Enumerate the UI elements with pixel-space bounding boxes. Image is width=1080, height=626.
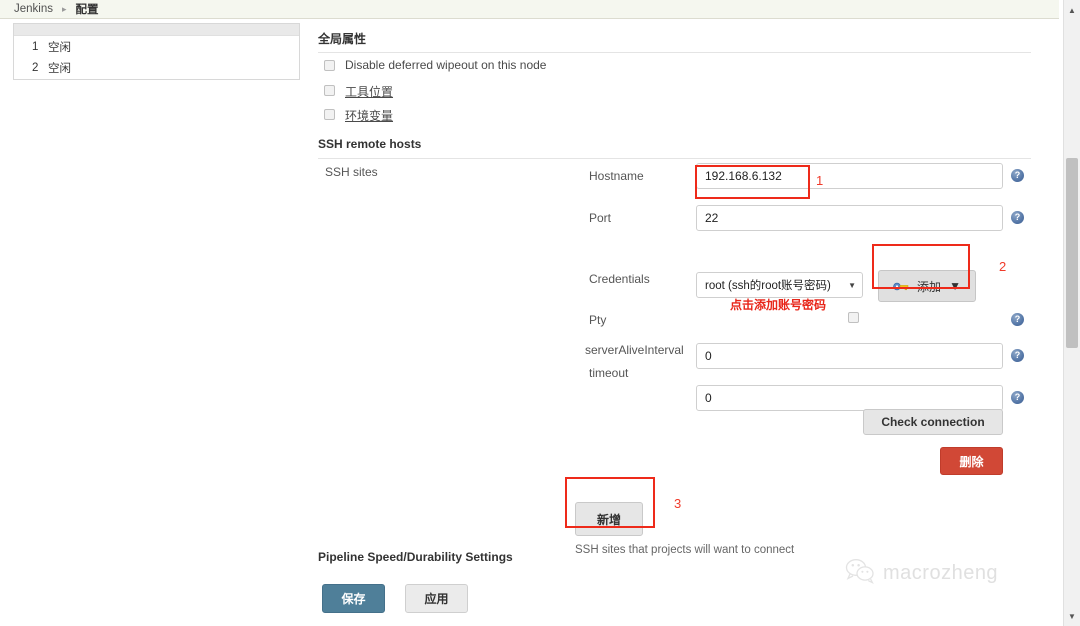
divider <box>318 52 1031 53</box>
configuration-form: 全局属性 Disable deferred wipeout on this no… <box>300 19 1049 626</box>
label-credentials: Credentials <box>589 272 650 286</box>
label-timeout: timeout <box>589 366 629 380</box>
scroll-down-arrow-icon[interactable]: ▼ <box>1064 608 1080 624</box>
add-credentials-button[interactable]: 添加 ▼ <box>878 270 976 302</box>
add-ssh-site-button[interactable]: 新增 <box>575 502 643 536</box>
input-port[interactable]: 22 <box>696 205 1003 231</box>
input-hostname[interactable]: 192.168.6.132 <box>696 163 1003 189</box>
chevron-down-icon: ▼ <box>949 279 961 293</box>
executor-status: 空闲 <box>48 41 71 54</box>
save-button[interactable]: 保存 <box>322 584 385 613</box>
breadcrumb-item-jenkins[interactable]: Jenkins <box>14 3 53 15</box>
breadcrumb-item-configure[interactable]: 配置 <box>76 1 99 17</box>
checkbox-disable-deferred-wipeout[interactable] <box>324 60 335 71</box>
select-credentials-value: root (ssh的root账号密码) <box>705 280 831 292</box>
annotation-text-credential-hint: 点击添加账号密码 <box>730 298 827 312</box>
executor-status: 空闲 <box>48 62 71 75</box>
delete-ssh-site-button[interactable]: 删除 <box>940 447 1003 475</box>
help-icon-port[interactable]: ? <box>1011 211 1024 224</box>
checkbox-environment-variables[interactable] <box>324 109 335 120</box>
checkbox-pty[interactable] <box>848 312 859 323</box>
wechat-icon <box>845 558 875 589</box>
help-icon-pty[interactable]: ? <box>1011 313 1024 326</box>
section-title-global-properties: 全局属性 <box>318 32 367 46</box>
help-icon-hostname[interactable]: ? <box>1011 169 1024 182</box>
help-icon-timeout[interactable]: ? <box>1011 391 1024 404</box>
annotation-number-3: 3 <box>674 496 682 511</box>
input-server-alive-interval[interactable]: 0 <box>696 343 1003 369</box>
annotation-number-2: 2 <box>999 259 1007 274</box>
watermark-text: macrozheng <box>883 562 999 584</box>
ssh-sites-help-text: SSH sites that projects will want to con… <box>575 544 795 556</box>
select-credentials[interactable]: root (ssh的root账号密码) ▼ <box>696 272 863 298</box>
checkbox-label-disable-deferred-wipeout: Disable deferred wipeout on this node <box>345 58 547 72</box>
checkbox-tool-locations[interactable] <box>324 85 335 96</box>
vertical-scrollbar[interactable]: ▲ ▼ <box>1063 0 1080 626</box>
label-pty: Pty <box>589 313 607 327</box>
page-root: Jenkins ▸ 配置 1 空闲 2 空闲 全局属性 Disable defe… <box>0 0 1080 626</box>
key-icon <box>893 281 909 292</box>
label-port: Port <box>589 211 612 225</box>
chevron-down-icon: ▼ <box>848 280 856 290</box>
input-timeout[interactable]: 0 <box>696 385 1003 411</box>
scrollbar-thumb[interactable] <box>1066 158 1078 348</box>
label-ssh-sites: SSH sites <box>325 165 378 179</box>
check-connection-button[interactable]: Check connection <box>863 409 1003 435</box>
label-hostname: Hostname <box>589 169 644 183</box>
apply-button[interactable]: 应用 <box>405 584 468 613</box>
executor-number: 2 <box>32 61 39 74</box>
executors-panel: 1 空闲 2 空闲 <box>13 23 300 80</box>
section-title-ssh-remote-hosts: SSH remote hosts <box>318 137 422 151</box>
help-icon-server-alive-interval[interactable]: ? <box>1011 349 1024 362</box>
checkbox-label-tool-locations[interactable]: 工具位置 <box>345 83 393 100</box>
breadcrumb: Jenkins ▸ 配置 <box>0 0 1059 19</box>
executor-row-2[interactable]: 2 空闲 <box>14 57 299 78</box>
executor-number: 1 <box>32 40 39 53</box>
checkbox-label-environment-variables[interactable]: 环境变量 <box>345 107 393 124</box>
annotation-number-1: 1 <box>816 173 824 188</box>
label-server-alive-interval: serverAliveInterval <box>585 343 684 357</box>
scroll-up-arrow-icon[interactable]: ▲ <box>1064 2 1080 18</box>
watermark: macrozheng <box>845 558 998 589</box>
section-title-pipeline-settings: Pipeline Speed/Durability Settings <box>318 550 513 564</box>
executors-panel-header <box>14 24 299 36</box>
executor-row-1[interactable]: 1 空闲 <box>14 36 299 57</box>
divider <box>318 158 1031 159</box>
breadcrumb-separator-icon: ▸ <box>62 3 67 14</box>
add-credentials-label: 添加 <box>917 279 942 294</box>
